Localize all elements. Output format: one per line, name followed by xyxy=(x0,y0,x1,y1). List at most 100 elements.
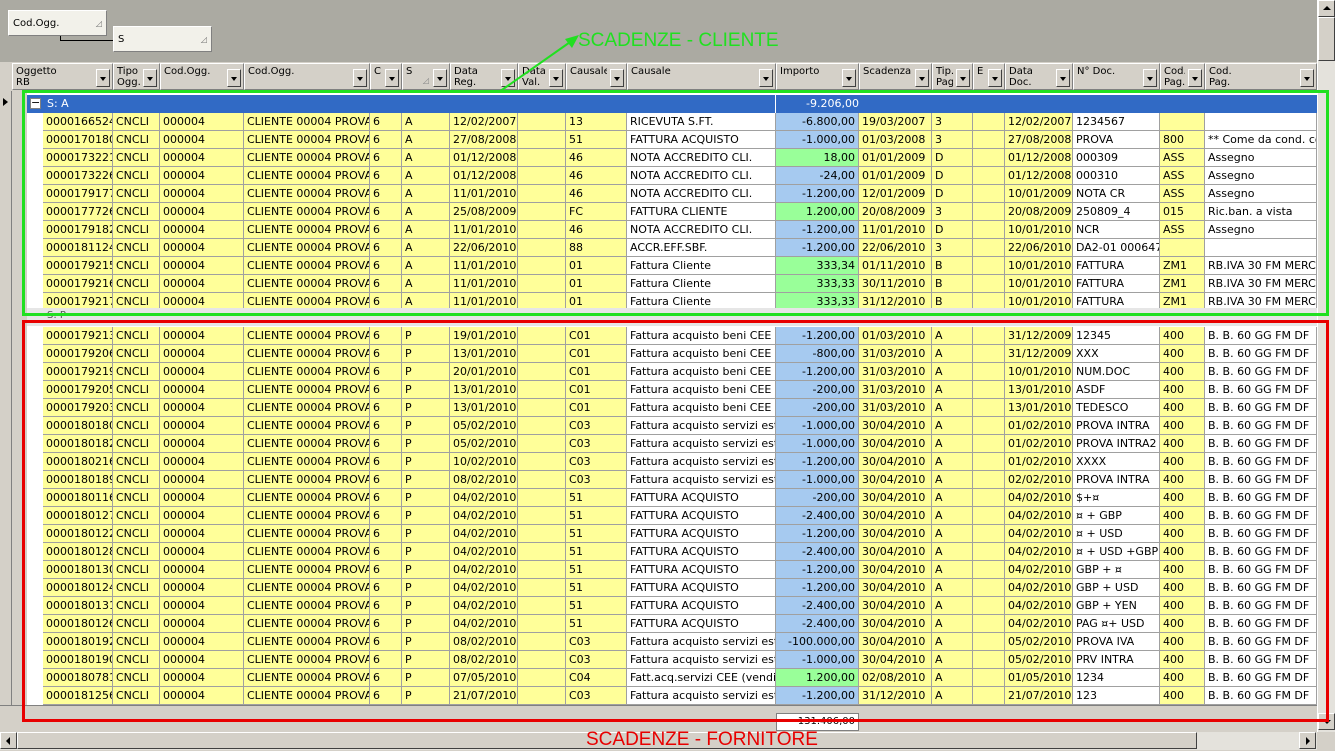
cell-datareg[interactable]: 08/02/2010 xyxy=(450,651,518,669)
cell-c[interactable]: 6 xyxy=(370,239,402,257)
cell-tipo[interactable]: CNCLI xyxy=(113,543,160,561)
cell-tipo[interactable]: CNCLI xyxy=(113,185,160,203)
cell-codpag[interactable]: 400 xyxy=(1160,633,1205,651)
filter-dropdown-icon[interactable] xyxy=(1143,69,1157,87)
cell-oggetto[interactable]: 0000180127 xyxy=(43,507,113,525)
cell-e[interactable] xyxy=(973,507,1005,525)
cell-s[interactable]: P xyxy=(402,453,450,471)
cell-dataval[interactable] xyxy=(518,113,566,131)
cell-causale[interactable]: C03 xyxy=(566,651,627,669)
cell-codpagdesc[interactable]: B. B. 60 GG FM DF xyxy=(1205,543,1317,561)
cell-scadenza[interactable]: 31/12/2010 xyxy=(859,687,932,705)
cell-tippag[interactable]: 3 xyxy=(932,203,973,221)
cell-oggetto[interactable]: 0000179177 xyxy=(43,185,113,203)
cell-datadoc[interactable]: 10/01/2009 xyxy=(1005,185,1073,203)
cell-datadoc[interactable]: 04/02/2010 xyxy=(1005,579,1073,597)
cell-oggetto[interactable]: 0000180131 xyxy=(43,597,113,615)
cell-scadenza[interactable]: 11/01/2010 xyxy=(859,221,932,239)
cell-dataval[interactable] xyxy=(518,525,566,543)
cell-scadenza[interactable]: 22/06/2010 xyxy=(859,239,932,257)
cell-c[interactable]: 6 xyxy=(370,651,402,669)
cell-codogg[interactable]: 000004 xyxy=(160,651,244,669)
cell-ndoc[interactable]: PROVA xyxy=(1073,131,1160,149)
cell-codogg[interactable]: 000004 xyxy=(160,507,244,525)
cell-c[interactable]: 6 xyxy=(370,257,402,275)
cell-datareg[interactable]: 20/01/2010 xyxy=(450,363,518,381)
cell-scadenza[interactable]: 01/03/2008 xyxy=(859,131,932,149)
cell-tipo[interactable]: CNCLI xyxy=(113,489,160,507)
cell-oggetto[interactable]: 0000180180 xyxy=(43,417,113,435)
cell-codpag[interactable]: 015 xyxy=(1160,203,1205,221)
cell-codpag[interactable]: 400 xyxy=(1160,417,1205,435)
cell-codpagdesc[interactable]: B. B. 60 GG FM DF xyxy=(1205,687,1317,705)
cell-e[interactable] xyxy=(973,381,1005,399)
cell-codogg[interactable]: 000004 xyxy=(160,669,244,687)
table-row[interactable]: 0000179216 CNCLI 000004 CLIENTE 00004 PROVA… xyxy=(43,275,1317,293)
cell-s[interactable]: A xyxy=(402,185,450,203)
cell-codpag[interactable]: 400 xyxy=(1160,345,1205,363)
cell-codpag[interactable]: 400 xyxy=(1160,453,1205,471)
cell-codogg[interactable]: 000004 xyxy=(160,633,244,651)
cell-causdesc[interactable]: NOTA ACCREDITO CLI. xyxy=(627,221,776,239)
cell-oggetto[interactable]: 0000179216 xyxy=(43,275,113,293)
cell-importo[interactable]: 1.200,00 xyxy=(776,669,859,687)
cell-causale[interactable]: 88 xyxy=(566,239,627,257)
cell-causale[interactable]: 51 xyxy=(566,597,627,615)
cell-importo[interactable]: -1.200,00 xyxy=(776,239,859,257)
cell-tippag[interactable]: A xyxy=(932,489,973,507)
cell-ndoc[interactable]: PROVA INTRA xyxy=(1073,471,1160,489)
cell-datadoc[interactable]: 22/06/2010 xyxy=(1005,239,1073,257)
cell-datadoc[interactable]: 10/01/2010 xyxy=(1005,363,1073,381)
cell-tippag[interactable]: A xyxy=(932,381,973,399)
cell-s[interactable]: A xyxy=(402,221,450,239)
cell-e[interactable] xyxy=(973,579,1005,597)
table-row[interactable]: 0000180192 CNCLI 000004 CLIENTE 00004 PROVA… xyxy=(43,633,1317,651)
cell-e[interactable] xyxy=(973,561,1005,579)
group-field-codogg[interactable]: Cod.Ogg. ◿ xyxy=(8,10,107,36)
cell-causdesc[interactable]: Fattura acquisto beni CEE xyxy=(627,363,776,381)
cell-e[interactable] xyxy=(973,453,1005,471)
table-row[interactable]: 0000180127 CNCLI 000004 CLIENTE 00004 PROVA… xyxy=(43,507,1317,525)
cell-importo[interactable]: 18,00 xyxy=(776,149,859,167)
cell-datadoc[interactable]: 05/02/2010 xyxy=(1005,633,1073,651)
filter-dropdown-icon[interactable] xyxy=(915,69,929,87)
cell-ndoc[interactable]: PROVA INTRA xyxy=(1073,417,1160,435)
cell-oggetto[interactable]: 0000166524 xyxy=(43,113,113,131)
cell-datadoc[interactable]: 04/02/2010 xyxy=(1005,615,1073,633)
cell-dataval[interactable] xyxy=(518,275,566,293)
cell-codpag[interactable]: 400 xyxy=(1160,669,1205,687)
cell-codpagdesc[interactable] xyxy=(1205,113,1317,131)
cell-c[interactable]: 6 xyxy=(370,417,402,435)
cell-tipo[interactable]: CNCLI xyxy=(113,399,160,417)
cell-c[interactable]: 6 xyxy=(370,525,402,543)
filter-dropdown-icon[interactable] xyxy=(1188,69,1202,87)
cell-oggetto[interactable]: 0000180126 xyxy=(43,615,113,633)
column-header-desc[interactable]: Cod.Ogg. xyxy=(244,63,370,90)
cell-causale[interactable]: C01 xyxy=(566,327,627,345)
cell-importo[interactable]: -100.000,00 xyxy=(776,633,859,651)
cell-oggetto[interactable]: 0000179205 xyxy=(43,381,113,399)
cell-s[interactable]: P xyxy=(402,345,450,363)
cell-desc[interactable]: CLIENTE 00004 PROVA xyxy=(244,633,370,651)
cell-codogg[interactable]: 000004 xyxy=(160,687,244,705)
filter-dropdown-icon[interactable] xyxy=(988,69,1002,87)
cell-datareg[interactable]: 04/02/2010 xyxy=(450,561,518,579)
cell-dataval[interactable] xyxy=(518,167,566,185)
cell-codogg[interactable]: 000004 xyxy=(160,275,244,293)
cell-tippag[interactable]: A xyxy=(932,417,973,435)
cell-codpag[interactable]: 400 xyxy=(1160,435,1205,453)
cell-importo[interactable]: -2.400,00 xyxy=(776,543,859,561)
cell-ndoc[interactable]: PROVA IVA xyxy=(1073,633,1160,651)
table-row[interactable]: 0000180180 CNCLI 000004 CLIENTE 00004 PROVA… xyxy=(43,417,1317,435)
cell-ndoc[interactable]: GBP + YEN xyxy=(1073,597,1160,615)
cell-dataval[interactable] xyxy=(518,257,566,275)
cell-dataval[interactable] xyxy=(518,543,566,561)
cell-causdesc[interactable]: Fattura acquisto beni CEE xyxy=(627,381,776,399)
column-header-oggetto[interactable]: Oggetto RB xyxy=(12,63,113,90)
cell-codpagdesc[interactable]: Assegno xyxy=(1205,167,1317,185)
cell-tipo[interactable]: CNCLI xyxy=(113,203,160,221)
cell-desc[interactable]: CLIENTE 00004 PROVA xyxy=(244,149,370,167)
cell-c[interactable]: 6 xyxy=(370,543,402,561)
column-header-codpag[interactable]: Cod. Pag. xyxy=(1160,63,1205,90)
cell-oggetto[interactable]: 0000180192 xyxy=(43,633,113,651)
